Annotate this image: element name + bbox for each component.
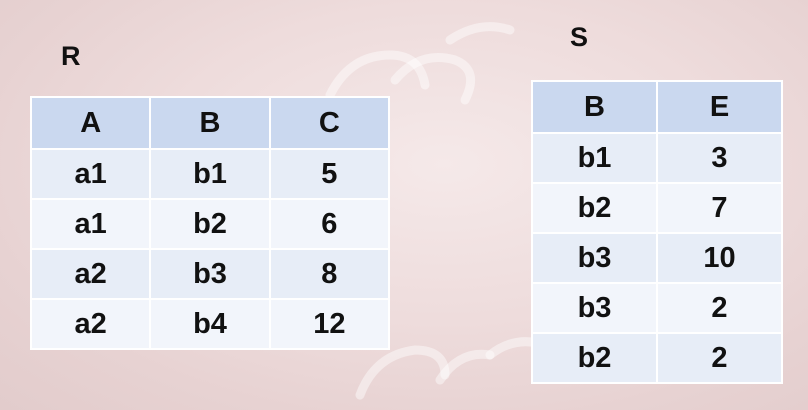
table-cell: b2: [531, 332, 658, 384]
relation-s-title: S: [570, 22, 589, 52]
table-cell: 2: [656, 282, 783, 334]
relation-s-table: B E b1 3 b2 7 b3 10 b3 2 b2 2: [531, 80, 783, 384]
table-cell: 6: [268, 198, 391, 250]
table-cell: a2: [29, 248, 152, 300]
table-cell: b3: [149, 248, 271, 300]
column-header: A: [29, 96, 152, 150]
table-row: b2 7: [531, 182, 783, 234]
table-cell: a1: [29, 148, 152, 200]
table-row: a2 b3 8: [29, 248, 391, 300]
column-header: B: [531, 80, 658, 134]
column-header: B: [149, 96, 271, 150]
table-cell: 7: [656, 182, 783, 234]
relation-r-title: R: [61, 41, 81, 71]
table-cell: b2: [149, 198, 271, 250]
table-cell: 5: [268, 148, 391, 200]
table-row: b2 2: [531, 332, 783, 384]
table-row: a1 b2 6: [29, 198, 391, 250]
relation-r-table: A B C a1 b1 5 a1 b2 6 a2 b3 8 a2 b4 12: [29, 96, 391, 350]
header-row: A B C: [29, 96, 391, 150]
table-row: b3 10: [531, 232, 783, 284]
table-cell: b1: [149, 148, 271, 200]
table-row: a2 b4 12: [29, 298, 391, 350]
table-cell: a1: [29, 198, 152, 250]
table-cell: 12: [268, 298, 391, 350]
table-cell: 8: [268, 248, 391, 300]
column-header: C: [268, 96, 391, 150]
table-row: b3 2: [531, 282, 783, 334]
table-cell: b1: [531, 132, 658, 184]
table-row: b1 3: [531, 132, 783, 184]
table-cell: b2: [531, 182, 658, 234]
header-row: B E: [531, 80, 783, 134]
table-row: a1 b1 5: [29, 148, 391, 200]
table-cell: a2: [29, 298, 152, 350]
table-cell: 10: [656, 232, 783, 284]
table-cell: b4: [149, 298, 271, 350]
column-header: E: [656, 80, 783, 134]
table-cell: b3: [531, 232, 658, 284]
table-cell: 2: [656, 332, 783, 384]
table-cell: b3: [531, 282, 658, 334]
table-cell: 3: [656, 132, 783, 184]
